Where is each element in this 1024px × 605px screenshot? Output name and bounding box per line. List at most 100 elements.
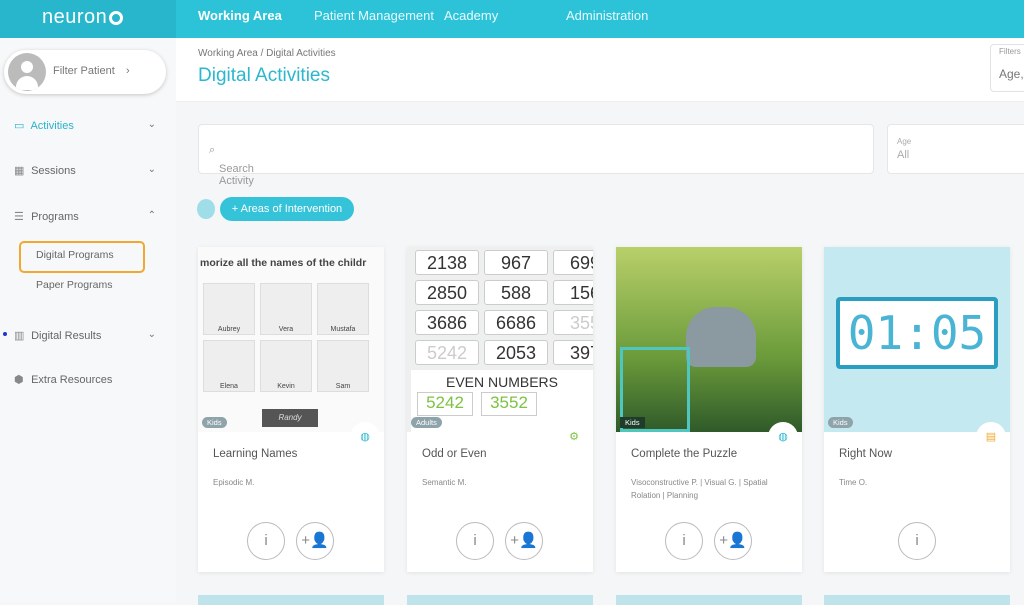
card-title: Odd or Even: [422, 448, 487, 460]
assign-patient-button[interactable]: +👤: [296, 522, 334, 560]
thumb-name: Kevin: [260, 340, 312, 392]
cube-icon: ⬢: [14, 374, 24, 386]
nav-patient-management[interactable]: Patient Management: [314, 8, 434, 23]
age-badge: Kids: [202, 417, 227, 428]
page-header: Working Area / Digital Activities Digita…: [176, 38, 1024, 102]
age-badge: Kids: [620, 417, 645, 428]
age-badge: Kids: [828, 417, 853, 428]
thumb-name: Sam: [317, 340, 369, 392]
activity-thumbnail: [616, 247, 802, 432]
info-button[interactable]: i: [247, 522, 285, 560]
card-subtitle: Time O.: [839, 478, 868, 487]
monitor-icon: ▭: [14, 120, 25, 132]
sidebar-item-programs[interactable]: ☰ Programs ⌃: [14, 210, 164, 223]
sidebar-item-label: Extra Resources: [31, 374, 113, 386]
logo[interactable]: neuron: [0, 0, 176, 38]
activity-card[interactable]: 01:05 Kids ▤ Right Now Time O. i: [824, 247, 1010, 572]
card-title: Complete the Puzzle: [631, 448, 738, 460]
top-bar: neuron Working Area Patient Management A…: [0, 0, 1024, 38]
info-button[interactable]: i: [898, 522, 936, 560]
breadcrumb[interactable]: Working Area / Digital Activities: [198, 48, 336, 59]
age-value: All: [897, 149, 910, 161]
notification-dot: [3, 332, 7, 336]
thumb-name: Randy: [262, 409, 318, 427]
assign-patient-button[interactable]: +👤: [505, 522, 543, 560]
sidebar-sub-paper-programs[interactable]: Paper Programs: [36, 279, 112, 291]
thumb-number: 967: [484, 250, 548, 275]
sidebar-item-sessions[interactable]: ▦ Sessions ⌄: [14, 164, 164, 177]
thumb-label: EVEN NUMBERS: [445, 374, 559, 390]
gears-icon: ⚙: [559, 422, 589, 452]
logo-icon: [109, 10, 124, 25]
activity-thumbnail: 01:05: [824, 247, 1010, 432]
bar-chart-icon: ▥: [14, 330, 25, 342]
nav-administration[interactable]: Administration: [566, 8, 648, 23]
page-title: Digital Activities: [198, 65, 330, 86]
avatar: [8, 53, 46, 91]
clock-display: 01:05: [836, 297, 998, 369]
sidebar-item-activities[interactable]: ▭ Activities ⌄: [14, 119, 164, 132]
activity-card[interactable]: 2138967699 2850588156 36866686355 524220…: [407, 247, 593, 572]
card-subtitle: Semantic M.: [422, 478, 467, 487]
thumb-number: 2138: [415, 250, 479, 275]
thumb-number: 156: [553, 280, 593, 305]
filters-value: Age,: [999, 67, 1024, 81]
age-badge: Adults: [411, 417, 442, 428]
activity-card[interactable]: morize all the names of the childr Aubre…: [198, 247, 384, 572]
nav-working-area[interactable]: Working Area: [198, 8, 282, 23]
thumb-name: Mustafa: [317, 283, 369, 335]
list-icon: ☰: [14, 211, 24, 223]
info-button[interactable]: i: [665, 522, 703, 560]
thumb-name: Elena: [203, 340, 255, 392]
activity-card[interactable]: Kids ◍ Complete the Puzzle Visoconstruct…: [616, 247, 802, 572]
areas-of-intervention-button[interactable]: + Areas of Intervention: [220, 197, 354, 221]
thumb-number: 5242: [417, 392, 473, 416]
thumb-text: morize all the names of the childr: [200, 257, 367, 269]
card-title: Right Now: [839, 448, 893, 460]
activity-card[interactable]: [198, 595, 384, 605]
filter-patient-button[interactable]: Filter Patient ›: [4, 50, 166, 94]
card-title: Learning Names: [213, 448, 298, 460]
sidebar-item-label: Digital Results: [31, 330, 102, 342]
thumb-number: 2850: [415, 280, 479, 305]
chevron-right-icon: ›: [126, 65, 130, 77]
card-subtitle: Visoconstructive P. | Visual G. | Spatia…: [631, 478, 768, 500]
thumb-name: Vera: [260, 283, 312, 335]
search-placeholder-text: Search Activity: [219, 163, 254, 187]
logo-text: neuron: [42, 6, 108, 28]
gamepad-icon: ◍: [350, 422, 380, 452]
sidebar-item-digital-results[interactable]: ▥ Digital Results ⌄: [14, 329, 164, 342]
calendar-icon: ▤: [976, 422, 1006, 452]
filters-field[interactable]: Filters Age,: [990, 44, 1024, 92]
thumb-number: 3552: [481, 392, 537, 416]
assign-patient-button[interactable]: +👤: [714, 522, 752, 560]
thumb-number: 355: [553, 310, 593, 335]
age-label: Age: [897, 137, 912, 146]
sidebar-item-label: Programs: [31, 211, 79, 223]
thumb-number: 3686: [415, 310, 479, 335]
chevron-down-icon: ⌄: [147, 119, 156, 130]
activity-card[interactable]: [616, 595, 802, 605]
chevron-down-icon: ⌄: [147, 329, 156, 340]
thumb-number: 588: [484, 280, 548, 305]
filters-label: Filters: [999, 47, 1021, 56]
thumb-number: 2053: [484, 340, 548, 365]
sidebar-item-label: Sessions: [31, 165, 76, 177]
activity-thumbnail: morize all the names of the childr Aubre…: [198, 247, 384, 432]
info-button[interactable]: i: [456, 522, 494, 560]
filter-patient-label: Filter Patient: [53, 65, 115, 77]
thumb-number: 5242: [415, 340, 479, 365]
activity-card[interactable]: [407, 595, 593, 605]
brain-icon: [197, 199, 215, 219]
grid-icon: ▦: [14, 165, 25, 177]
highlight-box: [19, 241, 145, 273]
activity-card[interactable]: [824, 595, 1010, 605]
sidebar-item-label: Activities: [30, 120, 74, 132]
search-input[interactable]: ⌕ Search Activity: [198, 124, 874, 187]
nav-academy[interactable]: Academy: [444, 8, 498, 23]
card-subtitle: Episodic M.: [213, 478, 255, 487]
search-placeholder: ⌕ Search Activity: [209, 144, 254, 187]
thumb-name: Aubrey: [203, 283, 255, 335]
sidebar-item-extra-resources[interactable]: ⬢ Extra Resources: [14, 373, 164, 386]
age-select[interactable]: Age All: [887, 124, 1024, 174]
